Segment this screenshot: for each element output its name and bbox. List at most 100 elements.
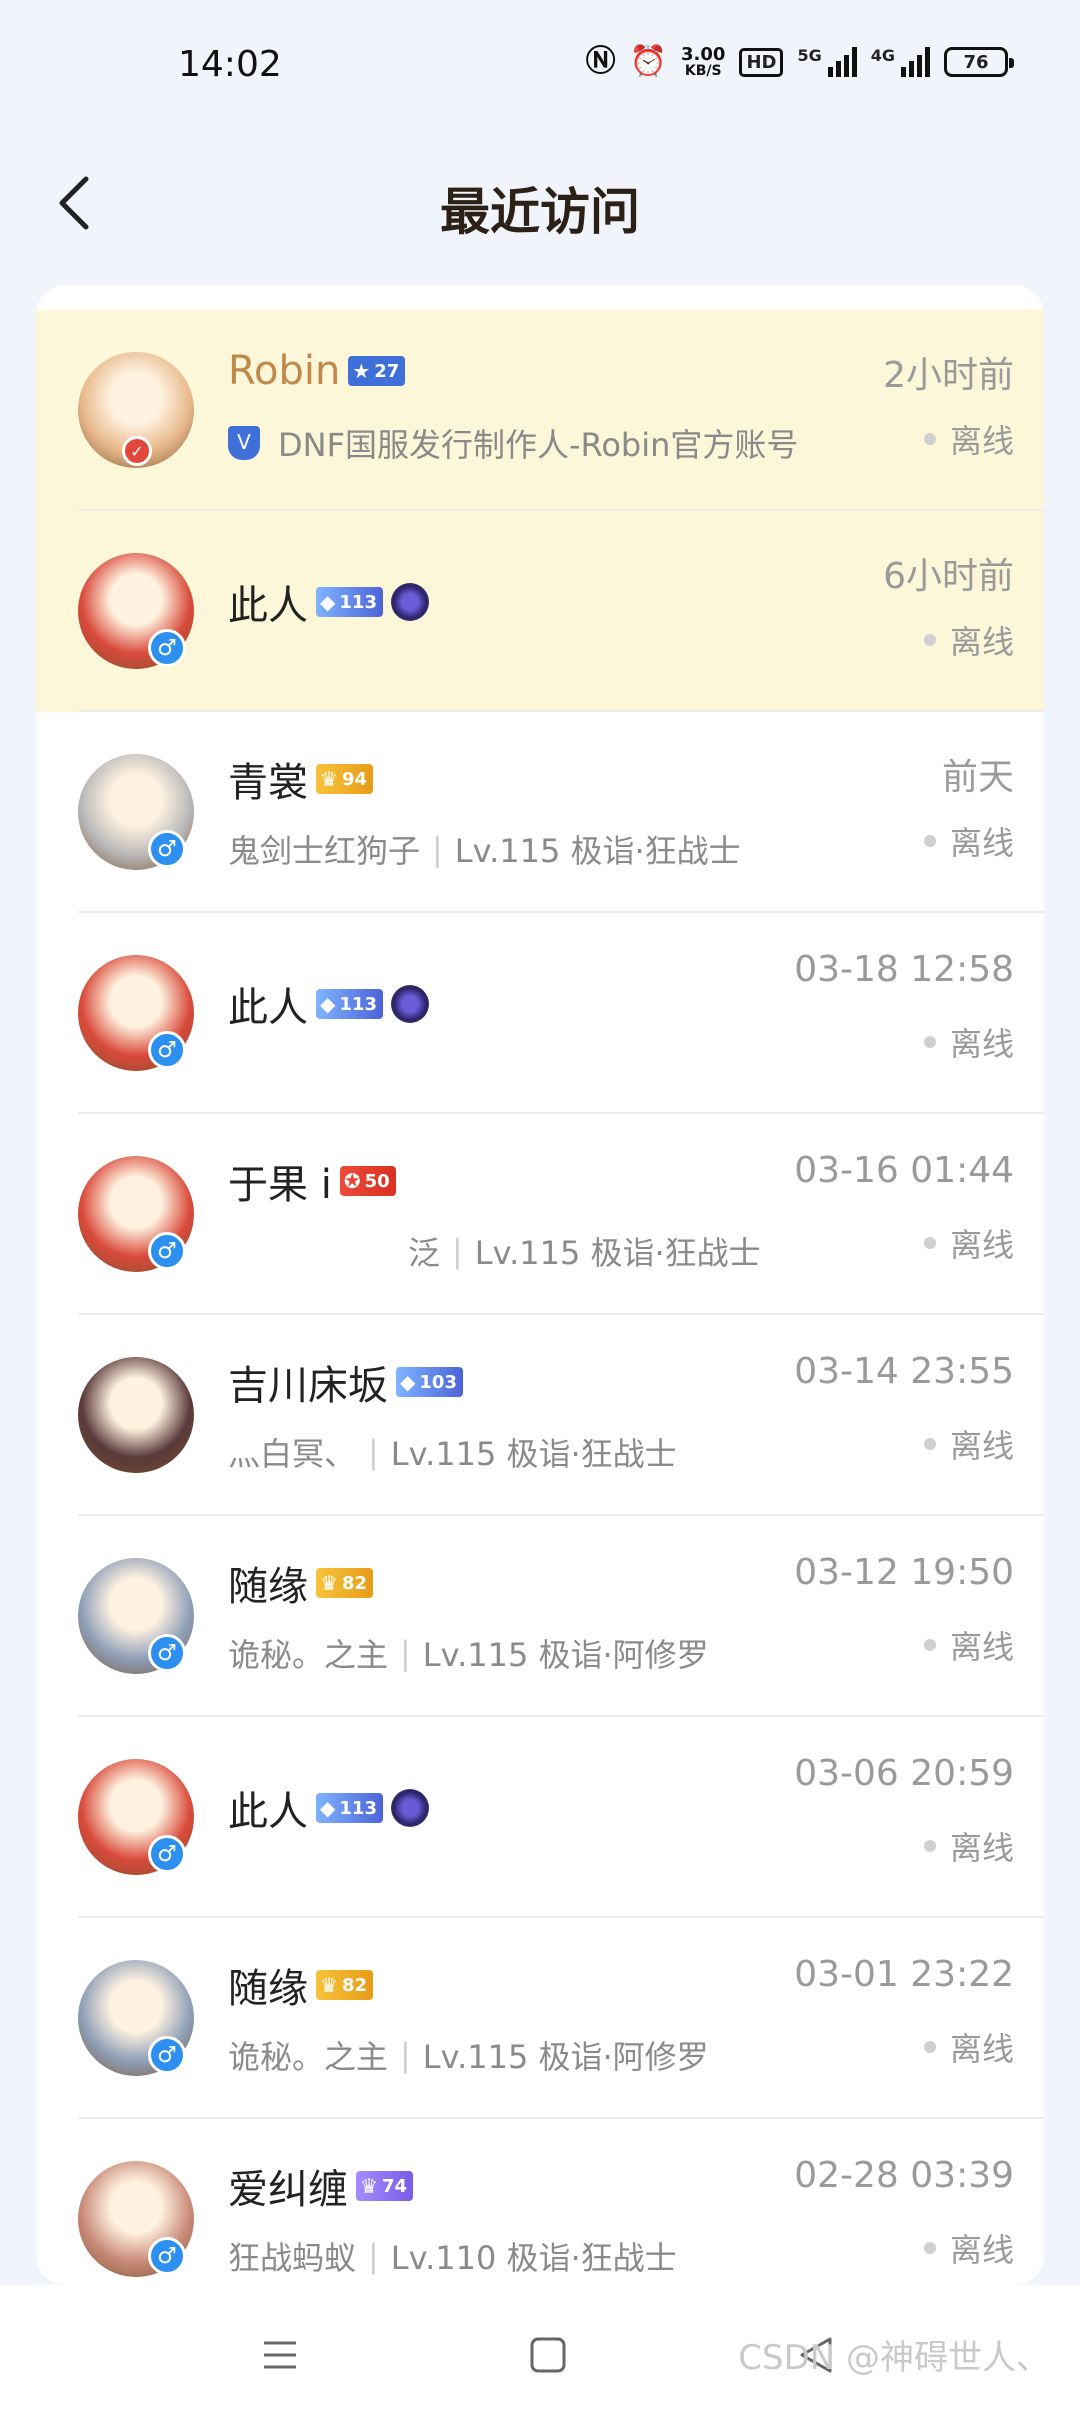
nfc-icon: Ⓝ — [585, 44, 616, 79]
visitor-name[interactable]: 此人 — [228, 1779, 308, 1837]
visit-time: 前天 — [941, 757, 1014, 798]
visit-time: 03-06 20:59 — [794, 1753, 1014, 1794]
battery-icon: 76 — [944, 47, 1014, 77]
subtitle-line: 灬白冥、 | Lv.115 极诣·狂战士 — [228, 1429, 677, 1475]
subtitle-line: 狂战蚂蚁 | Lv.110 极诣·狂战士 — [228, 2233, 677, 2279]
level-badge: ◆ 103 — [396, 1367, 463, 1397]
visitor-name[interactable]: Robin — [228, 348, 340, 394]
visitor-row[interactable]: ✓ Robin ★ 27 V DNF国服发行制作人-Robin官方账号 2小时前 离线 — [36, 310, 1044, 511]
badge-icon: ♛ — [320, 1571, 338, 1595]
status-text: 离线 — [949, 1226, 1014, 1264]
level-badge: ✪ 50 — [339, 1166, 396, 1196]
status-bar: 14:02 Ⓝ ⏰ 3.00 KB/S HD 5G 4G 76 — [0, 0, 1080, 130]
visitor-name[interactable]: 爱纠缠 — [228, 2157, 348, 2215]
divider: | — [400, 1634, 411, 1672]
visitor-row[interactable]: 吉川床坂 ◆ 103 灬白冥、 | Lv.115 极诣·狂战士 03-14 23:55 离线 — [36, 1315, 1044, 1516]
character-name: 诡秘。之主 — [228, 1636, 389, 1674]
status-text: 离线 — [949, 422, 1014, 460]
status-text: 离线 — [949, 1025, 1014, 1063]
subtitle-line: 诡秘。之主 | Lv.115 极诣·阿修罗 — [228, 2032, 709, 2078]
net-speed-value: 3.00 — [681, 44, 726, 65]
divider: | — [432, 830, 443, 868]
badge-level: 113 — [339, 993, 377, 1015]
online-status: 离线 — [923, 1019, 1014, 1065]
signal-icon — [827, 47, 857, 77]
visitor-row[interactable]: ♂ 此人 ◆ 113 03-18 12:58 离线 — [36, 913, 1044, 1114]
menu-icon[interactable] — [250, 2325, 310, 2385]
subtitle-line: 诡秘。之主 | Lv.115 极诣·阿修罗 — [228, 1630, 709, 1676]
badge-level: 82 — [341, 1572, 367, 1594]
level-badge: ★ 27 — [348, 356, 406, 386]
online-status: 离线 — [923, 2024, 1014, 2070]
online-status: 离线 — [923, 1421, 1014, 1467]
status-dot-icon — [923, 1237, 936, 1249]
visit-time: 6小时前 — [883, 556, 1014, 597]
badge-icon: ✪ — [343, 1169, 361, 1193]
character-class: Lv.115 极诣·狂战士 — [454, 832, 741, 870]
visitor-name[interactable]: 吉川床坂 — [228, 1353, 388, 1411]
divider: | — [368, 2237, 379, 2275]
status-text: 离线 — [949, 623, 1014, 661]
hd-icon: HD — [739, 47, 784, 77]
badge-icon: ♛ — [360, 2174, 378, 2198]
watermark: CSDN @神碍世人、 — [738, 2338, 1050, 2378]
divider: | — [452, 1232, 463, 1270]
character-class: Lv.115 极诣·阿修罗 — [422, 1636, 709, 1674]
subtitle-line: 鬼剑士红狗子 | Lv.115 极诣·狂战士 — [228, 826, 741, 872]
visit-time: 2小时前 — [883, 355, 1014, 396]
name-line: 爱纠缠 ♛ 74 — [228, 2157, 413, 2215]
visit-time: 02-28 03:39 — [794, 2155, 1014, 2196]
online-status: 离线 — [923, 2225, 1014, 2271]
status-dot-icon — [923, 1438, 936, 1450]
online-status: 离线 — [923, 1220, 1014, 1266]
badge-icon: ◆ — [320, 1796, 336, 1820]
rank-emblem-icon — [390, 985, 429, 1023]
character-name: 鬼剑士红狗子 — [228, 832, 421, 870]
name-line: 吉川床坂 ◆ 103 — [228, 1353, 463, 1411]
visit-time: 03-12 19:50 — [794, 1552, 1014, 1593]
visitor-row[interactable]: ♂ 此人 ◆ 113 6小时前 离线 — [36, 511, 1044, 712]
visitor-row[interactable]: ♂ 青裳 ♛ 94 鬼剑士红狗子 | Lv.115 极诣·狂战士 前天 离线 — [36, 712, 1044, 913]
status-dot-icon — [923, 2242, 936, 2254]
status-dot-icon — [923, 634, 936, 646]
level-badge: ♛ 74 — [356, 2171, 413, 2201]
visitor-row[interactable]: ♂ 于果 i ✪ 50 泛 | Lv.115 极诣·狂战士 03-16 01:44 离线 — [36, 1114, 1044, 1315]
visitor-name[interactable]: 此人 — [228, 975, 308, 1033]
visitor-name[interactable]: 此人 — [228, 573, 308, 631]
visitor-row[interactable]: ♂ 随缘 ♛ 82 诡秘。之主 | Lv.115 极诣·阿修罗 03-01 23:22 离线 — [36, 1918, 1044, 2119]
visitor-row[interactable]: ♂ 爱纠缠 ♛ 74 狂战蚂蚁 | Lv.110 极诣·狂战士 02-28 03:39 离线 — [36, 2119, 1044, 2285]
divider: | — [400, 2036, 411, 2074]
visitor-name[interactable]: 随缘 — [228, 1956, 308, 2014]
subtitle-line: 泛 | Lv.115 极诣·狂战士 — [408, 1228, 761, 1274]
badge-level: 113 — [339, 591, 377, 613]
level-badge: ◆ 113 — [316, 989, 383, 1019]
online-status: 离线 — [923, 416, 1014, 462]
avatar[interactable] — [78, 1357, 194, 1473]
online-status: 离线 — [923, 1622, 1014, 1668]
online-status: 离线 — [923, 1823, 1014, 1869]
badge-icon: ◆ — [320, 992, 336, 1016]
badge-icon: ◆ — [400, 1370, 416, 1394]
visitor-list: ✓ Robin ★ 27 V DNF国服发行制作人-Robin官方账号 2小时前 离线 ♂ 此人 ◆… — [36, 285, 1044, 2285]
visitor-name[interactable]: 青裳 — [228, 750, 308, 808]
badge-level: 94 — [341, 768, 367, 790]
character-class: Lv.115 极诣·狂战士 — [390, 1435, 677, 1473]
badge-level: 103 — [419, 1371, 457, 1393]
status-text: 离线 — [949, 1628, 1014, 1666]
alarm-icon: ⏰ — [629, 44, 668, 79]
name-line: Robin ★ 27 — [228, 348, 406, 394]
home-icon[interactable] — [518, 2325, 578, 2385]
visit-time: 03-16 01:44 — [794, 1150, 1014, 1191]
header: 最近访问 — [0, 130, 1080, 280]
visitor-name[interactable]: 随缘 — [228, 1554, 308, 1612]
visit-time: 03-18 12:58 — [794, 949, 1014, 990]
badge-icon: ★ — [352, 359, 371, 383]
visitor-row[interactable]: ♂ 随缘 ♛ 82 诡秘。之主 | Lv.115 极诣·阿修罗 03-12 19:50 离线 — [36, 1516, 1044, 1717]
rank-emblem-icon — [390, 583, 429, 621]
subtitle-text: DNF国服发行制作人-Robin官方账号 — [278, 426, 799, 464]
name-line: 于果 i ✪ 50 — [228, 1152, 396, 1210]
name-line: 此人 ◆ 113 — [228, 1779, 429, 1837]
level-badge: ♛ 82 — [316, 1970, 373, 2000]
visitor-name[interactable]: 于果 i — [228, 1152, 332, 1210]
visitor-row[interactable]: ♂ 此人 ◆ 113 03-06 20:59 离线 — [36, 1717, 1044, 1918]
